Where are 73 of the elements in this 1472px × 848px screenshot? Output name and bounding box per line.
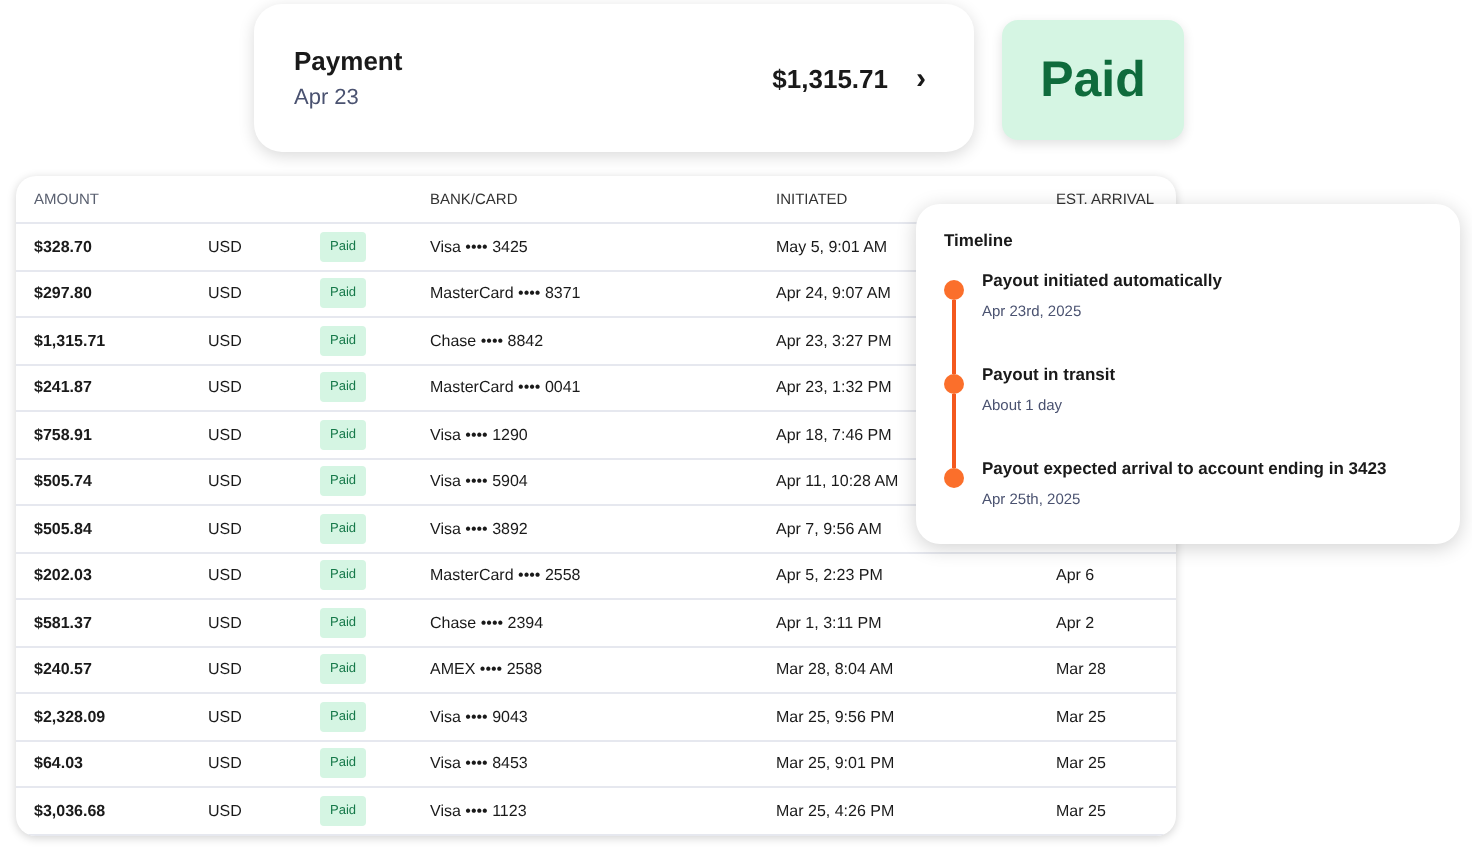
arrival-cell: Mar 28 — [1056, 660, 1106, 679]
amount-cell: $328.70 — [34, 237, 92, 256]
currency-cell: USD — [208, 660, 242, 679]
amount-cell: $1,315.71 — [34, 331, 106, 350]
payment-title: Payment — [294, 46, 405, 76]
currency-cell: USD — [208, 331, 242, 350]
card-cell: MasterCard •••• 8371 — [430, 284, 581, 303]
amount-cell: $758.91 — [34, 425, 92, 444]
timeline-title: Timeline — [944, 230, 1015, 250]
currency-cell: USD — [208, 237, 242, 256]
event-title: Payout in transit — [982, 364, 1116, 384]
initiated-cell: Apr 5, 2:23 PM — [776, 566, 883, 585]
arrival-cell: Mar 25 — [1056, 801, 1106, 820]
initiated-cell: Mar 28, 8:04 AM — [776, 660, 894, 679]
initiated-cell: Mar 25, 4:26 PM — [776, 801, 895, 820]
currency-cell: USD — [208, 519, 242, 538]
timeline-dot — [944, 280, 964, 300]
amount-cell: $240.57 — [34, 660, 92, 679]
card-cell: Visa •••• 9043 — [430, 707, 528, 726]
card-cell: Visa •••• 8453 — [430, 754, 528, 773]
card-cell: Visa •••• 3425 — [430, 237, 528, 256]
card-cell: Visa •••• 1123 — [430, 801, 527, 820]
event-title: Payout expected arrival to account ending in 3423 — [982, 458, 1387, 478]
amount-cell: $2,328.09 — [34, 707, 106, 726]
chevron-icon: › — [912, 61, 930, 95]
timeline-line — [952, 394, 956, 468]
currency-cell: USD — [208, 707, 242, 726]
amount-cell: $64.03 — [34, 754, 83, 773]
arrival-cell: Apr 2 — [1056, 613, 1095, 632]
card-cell: MasterCard •••• 2558 — [430, 566, 581, 585]
card-cell: MasterCard •••• 0041 — [430, 378, 581, 397]
card-cell: Chase •••• 8842 — [430, 331, 544, 350]
initiated-cell: Apr 23, 3:27 PM — [776, 331, 892, 350]
currency-cell: USD — [208, 801, 242, 820]
payment-amount: $1,315.71 — [772, 63, 888, 93]
initiated-cell: Apr 11, 10:28 AM — [776, 472, 899, 491]
card-cell: Visa •••• 5904 — [430, 472, 528, 491]
initiated-cell: Apr 24, 9:07 AM — [776, 284, 891, 303]
timeline-dot — [944, 468, 964, 488]
initiated-cell: Apr 18, 7:46 PM — [776, 425, 892, 444]
amount-cell: $3,036.68 — [34, 801, 106, 820]
timeline-line — [952, 300, 956, 374]
card-cell: Visa •••• 1290 — [430, 425, 528, 444]
currency-cell: USD — [208, 566, 242, 585]
payment-card[interactable]: Payment Apr 23 $1,315.71 › — [254, 4, 974, 152]
amount-cell: $202.03 — [34, 566, 92, 585]
amount-cell: $241.87 — [34, 378, 92, 397]
amount-cell: $505.84 — [34, 519, 92, 538]
initiated-cell: Mar 25, 9:01 PM — [776, 754, 895, 773]
arrival-cell: Apr 6 — [1056, 566, 1095, 585]
card-cell: Visa •••• 3892 — [430, 519, 528, 538]
initiated-cell: Apr 1, 3:11 PM — [776, 613, 882, 632]
amount-cell: $581.37 — [34, 613, 92, 632]
currency-cell: USD — [208, 472, 242, 491]
initiated-cell: May 5, 9:01 AM — [776, 237, 888, 256]
currency-cell: USD — [208, 613, 242, 632]
initiated-cell: Apr 23, 1:32 PM — [776, 378, 892, 397]
card-cell: Chase •••• 2394 — [430, 613, 544, 632]
arrival-cell: Mar 25 — [1056, 754, 1106, 773]
event-title: Payout initiated automatically — [982, 270, 1222, 290]
amount-cell: $297.80 — [34, 284, 92, 303]
amount-cell: $505.74 — [34, 472, 92, 491]
payment-date: Apr 23 — [294, 86, 361, 110]
currency-cell: USD — [208, 378, 242, 397]
arrival-cell: Mar 25 — [1056, 707, 1106, 726]
initiated-cell: Apr 7, 9:56 AM — [776, 519, 882, 538]
status-badge: Paid — [1002, 20, 1184, 140]
currency-cell: USD — [208, 284, 242, 303]
currency-cell: USD — [208, 425, 242, 444]
timeline-dot — [944, 374, 964, 394]
initiated-cell: Mar 25, 9:56 PM — [776, 707, 895, 726]
card-cell: AMEX •••• 2588 — [430, 660, 543, 679]
currency-cell: USD — [208, 754, 242, 773]
